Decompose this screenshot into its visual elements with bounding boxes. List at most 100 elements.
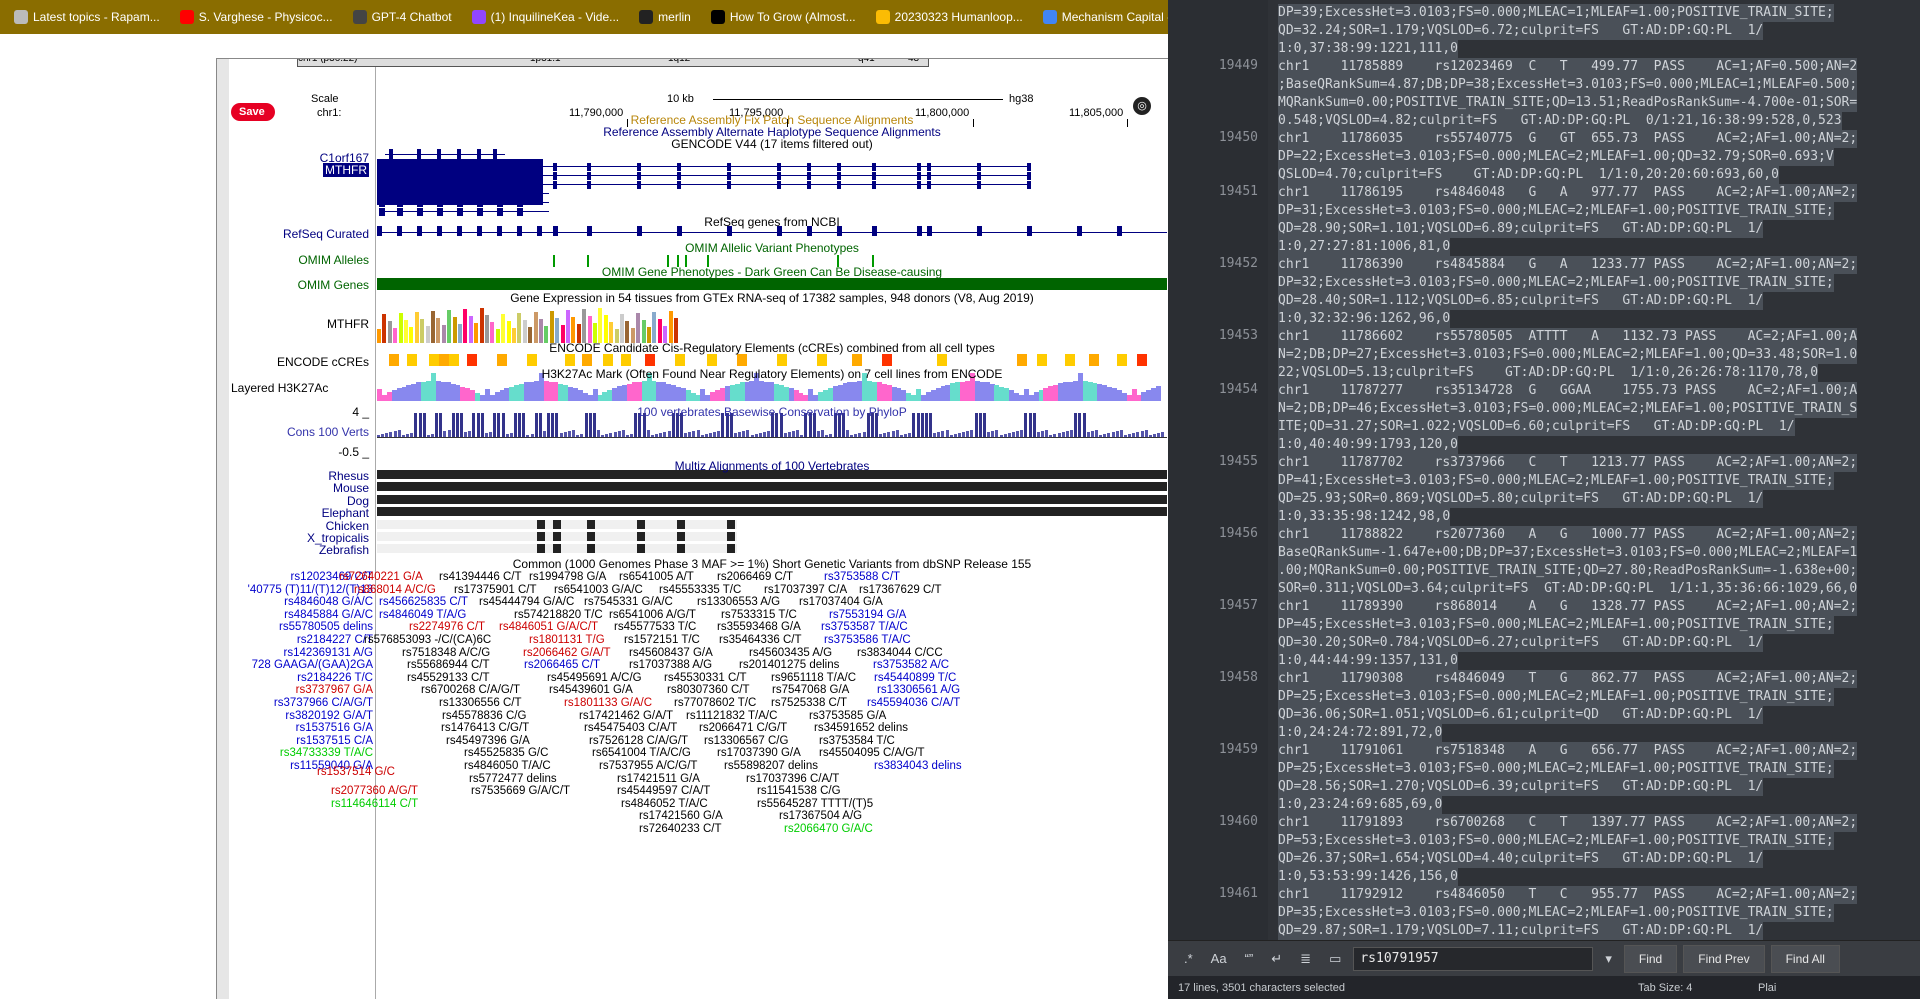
code-line[interactable]: chr1 11791893 rs6700268 C T 1397.77 PASS…	[1278, 814, 1858, 832]
chevron-down-icon[interactable]: ▾	[1599, 947, 1618, 971]
snp-item[interactable]: rs45439601 G/A	[549, 684, 633, 696]
snp-item[interactable]: rs2066470 G/A/C	[784, 823, 873, 835]
snp-item[interactable]: rs7526128 C/A/G/T	[589, 735, 688, 747]
snp-item[interactable]: rs2184227 C/T	[297, 634, 373, 646]
snp-item[interactable]: rs45497396 G/A	[446, 735, 530, 747]
regex-toggle[interactable]: .*	[1178, 947, 1199, 970]
genome-browser-image[interactable]: Save C1orf167 MTHFR RefSeq Curated OMIM All…	[216, 58, 1168, 999]
code-line[interactable]: chr1 11791061 rs7518348 A G 656.77 PASS …	[1278, 742, 1858, 760]
snp-item[interactable]: rs13306567 C/G	[704, 735, 788, 747]
code-line[interactable]: QD=36.06;SOR=1.051;VQSLOD=6.61;culprit=Q…	[1278, 706, 1764, 724]
snp-item[interactable]: rs80307360 C/T	[667, 684, 749, 696]
snp-item[interactable]: rs35464336 C/T	[719, 634, 801, 646]
snp-item[interactable]: rs2184226 T/C	[297, 672, 373, 684]
snp-item[interactable]: rs34591652 delins	[814, 722, 908, 734]
code-line[interactable]: 22;VQSLOD=5.13;culprit=FS GT:AD:DP:GQ:PL…	[1278, 364, 1819, 382]
snp-item[interactable]: rs868014 A/C/G	[354, 584, 436, 596]
snp-item[interactable]: rs55686944 C/T	[407, 659, 489, 671]
bookmark-item[interactable]: merlin	[631, 4, 699, 30]
snp-item[interactable]: rs4846050 T/A/C	[464, 760, 551, 772]
code-line[interactable]: DP=41;ExcessHet=3.0103;FS=0.000;MLEAC=2;…	[1278, 472, 1834, 490]
snp-item[interactable]: rs72640221 G/A	[339, 571, 423, 583]
snp-item[interactable]: rs45608437 G/A	[629, 647, 713, 659]
snp-item[interactable]: rs17421511 G/A	[617, 773, 700, 785]
snp-item[interactable]: rs45530331 C/T	[664, 672, 746, 684]
snp-item[interactable]: rs17421560 G/A	[639, 810, 723, 822]
code-line[interactable]: N=2;DB;DP=27;ExcessHet=3.0103;FS=0.000;M…	[1278, 346, 1858, 364]
bookmark-item[interactable]: How To Grow (Almost...	[703, 4, 864, 30]
code-line[interactable]: chr1 11786035 rs55740775 G GT 655.73 PAS…	[1278, 130, 1858, 148]
snp-item[interactable]: rs45495691 A/C/G	[547, 672, 642, 684]
status-tab-size[interactable]: Tab Size: 4	[1638, 982, 1758, 994]
snp-item[interactable]: rs3753582 A/C	[873, 659, 949, 671]
snp-item[interactable]: rs45475403 C/A/T	[584, 722, 677, 734]
code-line[interactable]: DP=31;ExcessHet=3.0103;FS=0.000;MLEAC=2;…	[1278, 202, 1834, 220]
snp-item[interactable]: rs1801133 G/A/C	[564, 697, 652, 709]
snp-item[interactable]: rs114646114 C/T	[331, 798, 418, 810]
highlight-matches-toggle[interactable]: ▭	[1323, 947, 1347, 971]
code-line[interactable]: QD=28.40;SOR=1.112;VQSLOD=6.85;culprit=F…	[1278, 292, 1764, 310]
snp-item[interactable]: rs2274976 C/T	[409, 621, 485, 633]
snp-item[interactable]: rs4846051 G/A/C/T	[499, 621, 598, 633]
whole-word-toggle[interactable]: “”	[1239, 947, 1260, 970]
snp-item[interactable]: rs45578836 C/G	[442, 710, 526, 722]
bookmark-item[interactable]: 20230323 Humanloop...	[868, 4, 1031, 30]
snp-item[interactable]: rs13306556 C/T	[439, 697, 521, 709]
code-line[interactable]: 1:0,40:40:99:1793,120,0	[1278, 436, 1459, 454]
code-line[interactable]: N=2;DB;DP=46;ExcessHet=3.0103;FS=0.000;M…	[1278, 400, 1858, 418]
snp-item[interactable]: rs17037390 G/A	[717, 747, 801, 759]
snp-item[interactable]: rs1537516 G/A	[296, 722, 373, 734]
code-line[interactable]: QD=28.90;SOR=1.101;VQSLOD=6.89;culprit=F…	[1278, 220, 1764, 238]
case-toggle[interactable]: Aa	[1205, 947, 1233, 970]
snp-item[interactable]: rs6541004 T/A/C/G	[592, 747, 691, 759]
snp-item[interactable]: rs201401275 delins	[739, 659, 839, 671]
snp-item[interactable]: rs35593468 G/A	[717, 621, 801, 633]
status-syntax[interactable]: Plai	[1758, 982, 1776, 994]
snp-item[interactable]: rs17367629 C/T	[859, 584, 941, 596]
snp-item[interactable]: rs45504095 C/A/G/T	[819, 747, 924, 759]
snp-item[interactable]: rs1994798 G/A	[529, 571, 606, 583]
snp-item[interactable]: rs1572151 T/C	[624, 634, 700, 646]
snp-item[interactable]: rs4846049 T/A/G	[379, 609, 466, 621]
snp-item[interactable]: rs2066469 C/T	[717, 571, 793, 583]
code-line[interactable]: 1:0,32:32:96:1262,96,0	[1278, 310, 1451, 328]
snp-item[interactable]: rs45553335 T/C	[659, 584, 741, 596]
code-line[interactable]: BaseQRankSum=-1.647e+00;DB;DP=37;ExcessH…	[1278, 544, 1858, 562]
code-line[interactable]: SOR=0.311;VQSLOD=3.64;culprit=FS GT:AD:D…	[1278, 580, 1858, 598]
code-line[interactable]: chr1 11789390 rs868014 A G 1328.77 PASS …	[1278, 598, 1858, 616]
code-line[interactable]: 1:0,24:24:72:891,72,0	[1278, 724, 1443, 742]
snp-item[interactable]: rs6541006 A/G/T	[609, 609, 696, 621]
snp-item[interactable]: rs2066462 G/A/T	[523, 647, 611, 659]
snp-item[interactable]: 728 GAAGA/(GAA)2GA	[252, 659, 373, 671]
code-line[interactable]: DP=45;ExcessHet=3.0103;FS=0.000;MLEAC=2;…	[1278, 616, 1834, 634]
code-line[interactable]: chr1 11792912 rs4846050 T C 955.77 PASS …	[1278, 886, 1858, 904]
bookmark-item[interactable]: (1) InquilineKea - Vide...	[464, 4, 628, 30]
snp-item[interactable]: rs45444794 G/A/C	[479, 596, 574, 608]
find-all-button[interactable]: Find All	[1770, 944, 1840, 973]
snp-item[interactable]: rs3753584 T/C	[819, 735, 895, 747]
code-line[interactable]: DP=22;ExcessHet=3.0103;FS=0.000;MLEAC=2;…	[1278, 148, 1834, 166]
code-line[interactable]: 1:0,44:44:99:1357,131,0	[1278, 652, 1459, 670]
code-line[interactable]: chr1 11787277 rs35134728 G GGAA 1755.73 …	[1278, 382, 1858, 400]
snp-item[interactable]: rs11541538 C/G	[757, 785, 841, 797]
code-line[interactable]: chr1 11787702 rs3737966 C T 1213.77 PASS…	[1278, 454, 1858, 472]
snp-item[interactable]: rs45603435 A/G	[749, 647, 832, 659]
snp-item[interactable]: rs17037396 C/A/T	[746, 773, 839, 785]
code-line[interactable]: DP=35;ExcessHet=3.0103;FS=0.000;MLEAC=2;…	[1278, 904, 1834, 922]
snp-item[interactable]: rs34733339 T/A/C	[280, 747, 373, 759]
code-line[interactable]: QSLOD=4.70;culprit=FS GT:AD:DP:GQ:PL 1/1…	[1278, 166, 1779, 184]
snp-item[interactable]: rs2066465 C/T	[524, 659, 600, 671]
in-selection-toggle[interactable]: ≣	[1294, 947, 1317, 971]
snp-item[interactable]: rs5772477 delins	[469, 773, 557, 785]
snp-item[interactable]: rs1476413 C/G/T	[441, 722, 529, 734]
snp-item[interactable]: rs45529133 C/T	[407, 672, 489, 684]
find-input[interactable]	[1353, 946, 1594, 971]
snp-item[interactable]: rs7533315 T/C	[721, 609, 797, 621]
code-line[interactable]: DP=25;ExcessHet=3.0103;FS=0.000;MLEAC=2;…	[1278, 760, 1834, 778]
snp-item[interactable]: rs7535669 G/A/C/T	[471, 785, 570, 797]
code-line[interactable]: chr1 11788822 rs2077360 A G 1000.77 PASS…	[1278, 526, 1858, 544]
snp-item[interactable]: rs3753585 G/A	[809, 710, 886, 722]
snp-item[interactable]: rs17367504 A/G	[779, 810, 862, 822]
snp-item[interactable]: rs11121832 T/A/C	[686, 710, 777, 722]
text-editor[interactable]: 19449 19450 19451 19452 19453 19454 19455 19456…	[1168, 0, 1920, 999]
